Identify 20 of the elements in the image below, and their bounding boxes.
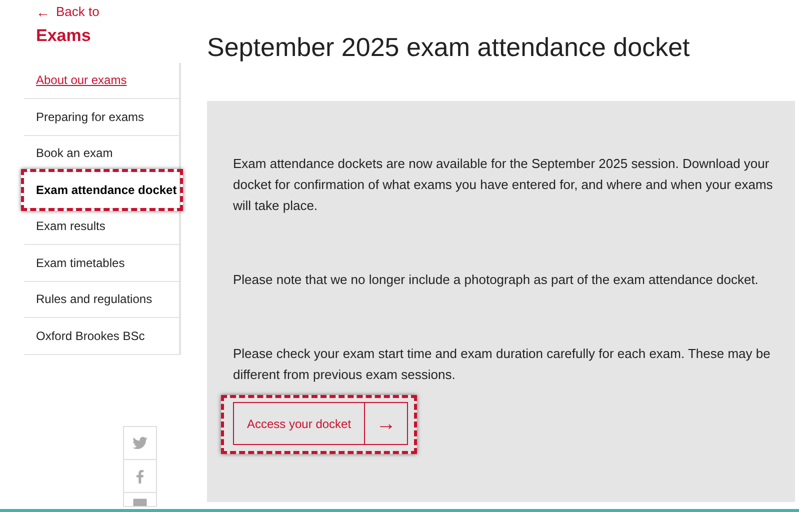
body-paragraph: Please note that we no longer include a photograph as part of the exam attendance docket. bbox=[233, 271, 760, 289]
back-arrow-icon[interactable]: ← bbox=[36, 5, 50, 19]
body-paragraph: Exam attendance dockets are now available for the September 2025 session. Download your docket for confirmation of what exams you have entered for, and where and when your exams will take place. bbox=[233, 155, 774, 215]
nav-link[interactable]: Exam attendance docket bbox=[24, 180, 177, 199]
share-button[interactable] bbox=[123, 492, 157, 507]
nav-link[interactable]: Preparing for exams bbox=[24, 108, 144, 126]
nav-link[interactable]: Book an exam bbox=[24, 144, 113, 162]
access-docket-button[interactable]: Access your docket → bbox=[233, 402, 408, 445]
nav-link[interactable]: Exam timetables bbox=[24, 254, 125, 272]
nav-link[interactable]: Rules and regulations bbox=[24, 290, 152, 308]
nav-link[interactable]: About our exams bbox=[24, 71, 127, 90]
bird-icon bbox=[131, 434, 149, 452]
nav-link[interactable]: Exam results bbox=[24, 217, 106, 236]
body-paragraph: Please check your exam start time and exam duration carefully for each exam. These may be different from previous exam sessions. bbox=[233, 345, 772, 384]
page-title: September 2025 exam attendance docket bbox=[207, 31, 691, 64]
back-link[interactable]: Back to bbox=[56, 2, 100, 22]
share-button[interactable] bbox=[123, 426, 157, 460]
nav-link[interactable]: Oxford Brookes BSc bbox=[24, 326, 145, 345]
share-button[interactable] bbox=[123, 459, 157, 493]
section-title: Exams bbox=[35, 25, 92, 47]
